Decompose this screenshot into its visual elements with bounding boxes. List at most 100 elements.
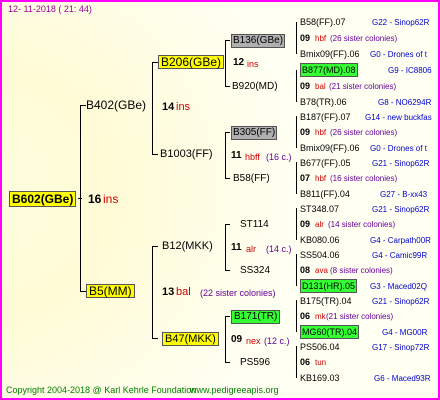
gen3-queen-3[interactable]: B12(MKK)	[162, 240, 213, 252]
gen5-num: 09	[300, 219, 311, 229]
gen3-queen-4[interactable]: B47(MKK)	[162, 332, 219, 346]
connector-gen4-3	[225, 132, 230, 133]
gen2-queen-1[interactable]: B402(GBe)	[86, 99, 146, 111]
gen5-note: (26 sister colonies)	[330, 34, 398, 43]
connector-gen2b	[152, 246, 153, 338]
gen5-ref: G4 - Carpath00R	[370, 236, 431, 245]
gen2-queen-2[interactable]: B5(MM)	[86, 284, 135, 298]
connector-gen3d	[225, 316, 226, 362]
gen4-queen-5[interactable]: ST114	[240, 219, 269, 231]
connector-gen5-5	[296, 208, 297, 240]
connector-gen5-6	[296, 254, 297, 286]
gen4-queen-4[interactable]: B58(FF)	[233, 173, 270, 185]
connector-gen3-b	[152, 154, 158, 155]
gen3-num-1: 12	[233, 57, 245, 68]
website-link[interactable]: www.pedigreeapis.org	[190, 384, 279, 396]
gen5-queen[interactable]: B677(FF).05	[300, 157, 351, 169]
connector-gen3c	[225, 224, 226, 270]
gen3-note-2: (16 c.)	[266, 152, 292, 162]
connector-gen5-2	[296, 70, 297, 102]
gen5-queen[interactable]: MG60(TR).04	[300, 325, 360, 339]
gen4-queen-1[interactable]: B136(GBe)	[231, 34, 286, 48]
gen5-ref: G3 - Maced02Q	[370, 282, 427, 291]
gen5-tag: tun	[315, 358, 327, 367]
gen2-num-2: 13	[162, 286, 175, 298]
connector-gen3-d	[152, 338, 158, 339]
gen5-queen[interactable]: B58(FF).07	[300, 16, 346, 28]
gen2-num-1: 14	[162, 101, 175, 113]
gen5-ref: G0 - Drones of t	[370, 50, 427, 59]
gen5-num: 07	[300, 173, 311, 183]
gen5-queen[interactable]: KB080.06	[300, 234, 340, 246]
gen5-ref: G0 - Drones of t	[370, 144, 427, 153]
gen5-note: (21 sister colonies)	[326, 312, 394, 321]
gen3-queen-2[interactable]: B1003(FF)	[160, 148, 213, 160]
gen4-queen-6[interactable]: SS324	[240, 265, 270, 277]
gen4-queen-3[interactable]: B305(FF)	[231, 126, 278, 140]
gen5-queen[interactable]: B811(FF).04	[300, 188, 350, 200]
gen5-queen[interactable]: B187(FF).07	[300, 111, 351, 123]
gen3-num-4: 09	[231, 334, 243, 345]
gen5-ref: G21 - Sinop62R	[372, 205, 430, 214]
gen5-ref: G6 - Maced93R	[374, 374, 431, 383]
gen3-tag-2: hbff	[245, 152, 260, 162]
gen5-queen[interactable]: KB169.03	[300, 372, 340, 384]
connector-gen4-1	[225, 40, 230, 41]
gen3-note-4: (12 c.)	[264, 336, 290, 346]
connector-gen3-c	[152, 246, 158, 247]
gen4-queen-7[interactable]: B171(TR)	[231, 310, 281, 324]
gen5-queen[interactable]: SS504.06	[300, 249, 340, 261]
gen3-num-3: 11	[231, 242, 242, 253]
gen5-queen[interactable]: B175(TR).04	[300, 295, 352, 307]
connector-gen4-8	[225, 362, 230, 363]
connector-gen4-7	[225, 316, 230, 317]
gen5-tag: hbf	[315, 34, 327, 43]
connector-gen5-8	[296, 346, 297, 378]
pedigree-frame: 12- 11-2018 ( 21: 44) Copyright 2004-201…	[0, 0, 440, 400]
gen2-note-2: (22 sister colonies)	[200, 288, 276, 298]
gen5-note: (14 sister colonies)	[328, 220, 396, 229]
gen5-note: (8 sister colonies)	[330, 266, 393, 275]
gen5-num: 09	[300, 127, 311, 137]
gen4-queen-2[interactable]: B920(MD)	[232, 81, 278, 93]
gen5-tag: hbf	[315, 128, 327, 137]
connector-gen3b	[225, 132, 226, 178]
gen2-tag-1: ins	[176, 101, 191, 113]
connector-gen4-2	[225, 86, 230, 87]
gen5-queen[interactable]: PS506.04	[300, 341, 340, 353]
gen5-queen[interactable]: B877(MD).08	[300, 63, 358, 77]
connector-gen1-stub	[78, 198, 82, 199]
gen5-tag: hbf	[315, 174, 327, 183]
gen5-tag: alr	[315, 220, 324, 229]
gen5-ref: G17 - Sinop72R	[372, 343, 430, 352]
gen5-tag: mk	[315, 312, 326, 321]
gen1-num: 16	[88, 192, 102, 206]
connector-gen4-6	[225, 270, 230, 271]
gen5-num: 09	[300, 33, 311, 43]
gen3-tag-3: alr	[246, 244, 257, 254]
gen5-note: (21 sister colonies)	[329, 82, 397, 91]
gen5-ref: G21 - Sinop62R	[372, 297, 430, 306]
gen5-num: 06	[300, 357, 311, 367]
gen5-queen[interactable]: Bmix09(FF).06	[300, 48, 360, 60]
gen5-ref: G21 - Sinop62R	[372, 159, 430, 168]
gen5-ref: G14 - new buckfas	[365, 113, 432, 122]
gen5-ref: G4 - Camic99R	[372, 251, 428, 260]
copyright-text: Copyright 2004-2018 @ Karl Kehrle Founda…	[6, 385, 197, 395]
gen5-queen[interactable]: ST348.07	[300, 203, 339, 215]
gen5-ref: G27 - B-xx43	[380, 190, 428, 199]
gen3-tag-4: nex	[246, 336, 261, 346]
gen5-ref: G22 - Sinop62R	[372, 18, 430, 27]
gen5-queen[interactable]: B78(TR).06	[300, 96, 347, 108]
gen1-queen[interactable]: B602(GBe)	[9, 191, 77, 207]
gen4-queen-8[interactable]: PS596	[240, 357, 270, 369]
gen1-tag: ins	[103, 192, 119, 206]
gen5-ref: G9 - IC8806	[388, 66, 432, 75]
gen2-tag-2: bal	[176, 286, 191, 298]
connector-gen2a	[152, 62, 153, 154]
gen5-queen[interactable]: D131(HR).05	[300, 279, 358, 293]
gen5-note: (26 sister colonies)	[330, 128, 398, 137]
gen5-queen[interactable]: Bmix09(FF).06	[300, 142, 360, 154]
gen3-tag-1: ins	[247, 59, 259, 69]
gen3-queen-1[interactable]: B206(GBe)	[158, 55, 225, 69]
